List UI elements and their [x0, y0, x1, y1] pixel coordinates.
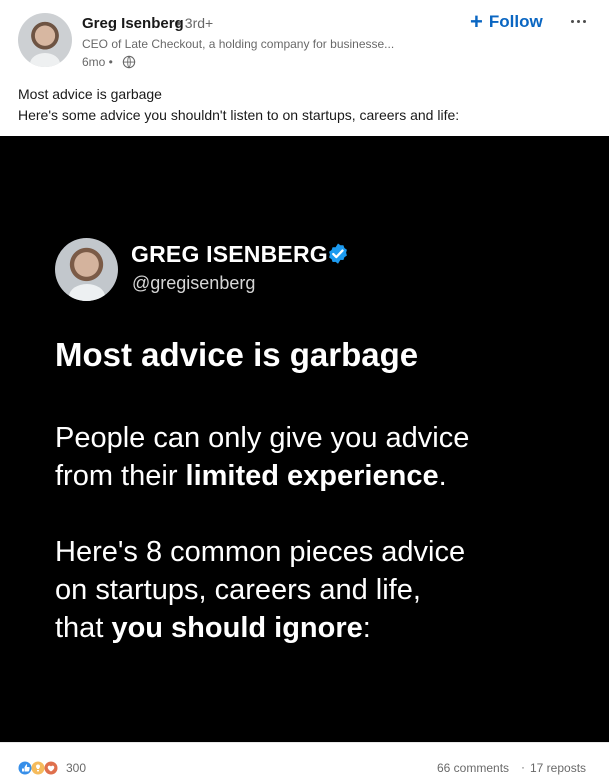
- image-paragraph-1: People can only give you advice from the…: [55, 419, 469, 495]
- post-image[interactable]: GREG ISENBERG @gregisenberg Most advice …: [0, 136, 609, 742]
- paragraph-1-line-1: People can only give you advice: [55, 422, 470, 454]
- connection-degree: • 3rd+: [176, 15, 214, 31]
- paragraph-2-line-2: on startups, careers and life,: [55, 574, 421, 606]
- image-title: Most advice is garbage: [55, 336, 419, 373]
- paragraph-1-bold-text: limited experience: [185, 460, 439, 492]
- paragraph-2-line-3-suffix: :: [362, 612, 371, 644]
- author-headline: CEO of Late Checkout, a holding company …: [82, 37, 395, 51]
- post-text-line-1: Most advice is garbage: [18, 86, 162, 102]
- paragraph-1-line-2-prefix: from their: [55, 460, 186, 492]
- image-paragraph-2: Here's 8 common pieces advice on startup…: [55, 533, 465, 647]
- comments-count-link[interactable]: 66 comments: [437, 761, 509, 775]
- verified-icon: [329, 243, 347, 264]
- plus-icon: +: [470, 8, 483, 34]
- paragraph-2-line-3-prefix: that: [55, 612, 112, 644]
- reaction-count[interactable]: 300: [66, 761, 86, 775]
- footer-separator: ·: [521, 760, 525, 774]
- author-name[interactable]: Greg Isenberg: [82, 15, 184, 32]
- image-author-name: GREG ISENBERG: [131, 241, 328, 267]
- reposts-count-link[interactable]: 17 reposts: [530, 761, 586, 775]
- post-text-line-2: Here's some advice you shouldn't listen …: [18, 107, 460, 123]
- paragraph-2-line-1: Here's 8 common pieces advice: [55, 536, 466, 568]
- post-text: Most advice is garbage Here's some advic…: [18, 84, 459, 126]
- image-avatar: [55, 238, 118, 301]
- post-social-counts: 300 66 comments · 17 reposts: [0, 742, 609, 784]
- paragraph-1-line-2-suffix: .: [438, 460, 447, 492]
- reaction-icons[interactable]: [18, 760, 62, 776]
- more-options-icon[interactable]: [565, 9, 591, 33]
- image-author-handle: @gregisenberg: [132, 273, 256, 293]
- paragraph-2-line-3: that you should ignore:: [55, 609, 465, 647]
- globe-icon: [122, 55, 136, 69]
- paragraph-1-line-2: from their limited experience.: [55, 457, 469, 495]
- author-avatar[interactable]: [18, 13, 72, 67]
- follow-label: Follow: [488, 12, 543, 31]
- paragraph-2-bold-text: you should ignore: [111, 612, 363, 644]
- post-time: 6mo •: [82, 55, 113, 69]
- follow-button[interactable]: + Follow: [470, 10, 543, 34]
- post-header: Greg Isenberg • 3rd+ CEO of Late Checkou…: [0, 0, 609, 80]
